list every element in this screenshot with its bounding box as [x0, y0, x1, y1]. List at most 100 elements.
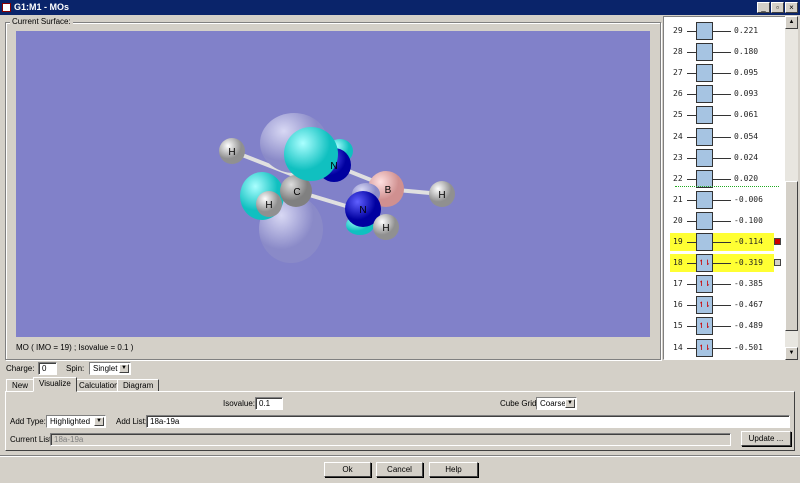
empty-orbital-box [696, 190, 713, 209]
mo-row-25[interactable]: 25 0.061 [670, 106, 774, 125]
surface-status: MO ( IMO = 19) ; Isovalue = 0.1 ) [16, 343, 134, 352]
empty-orbital-box [696, 106, 713, 125]
atom-label: N [330, 161, 337, 172]
homo-lumo-separator [675, 186, 779, 187]
mo-row-17[interactable]: 17 ↿⇂ -0.385 [670, 275, 774, 294]
empty-orbital-box [696, 85, 713, 104]
surface-marker-icon[interactable] [774, 259, 781, 267]
mo-number: 19 [673, 237, 683, 246]
scroll-up-button[interactable]: ▲ [785, 16, 798, 29]
orbital-lobe [284, 127, 338, 181]
mo-row-14[interactable]: 14 ↿⇂ -0.501 [670, 338, 774, 357]
mo-row-21[interactable]: 21 -0.006 [670, 190, 774, 209]
molecule-render: H H C N N B H H [219, 113, 455, 263]
atom-label: H [438, 190, 445, 201]
mo-number: 29 [673, 26, 683, 35]
mo-row-28[interactable]: 28 0.180 [670, 43, 774, 62]
add-type-select[interactable]: Highlighted ▼ [46, 415, 106, 428]
scroll-thumb[interactable] [785, 181, 798, 331]
atom-label: B [385, 185, 392, 196]
empty-orbital-box [696, 148, 713, 167]
mo-energy: 0.221 [734, 26, 759, 35]
tab-visualize[interactable]: Visualize [33, 377, 77, 392]
mo-energy: -0.385 [734, 279, 763, 289]
mo-row-27[interactable]: 27 0.095 [670, 64, 774, 83]
mo-number: 25 [673, 110, 683, 120]
mo-energy: 0.020 [734, 173, 759, 183]
window-title: G1:M1 - MOs [14, 2, 70, 12]
mo-row-16[interactable]: 16 ↿⇂ -0.467 [670, 296, 774, 315]
mo-energy: 0.093 [734, 89, 759, 99]
mo-list[interactable]: 29 0.221 28 0.180 27 0.095 26 0.093 25 0.061 24 0.0… [663, 16, 798, 360]
occupied-electrons-icon: ↿⇂ [696, 296, 713, 315]
cube-grid-label: Cube Grid: [500, 399, 539, 408]
current-list-field: 18a-19a [50, 433, 731, 446]
chevron-down-icon: ▼ [94, 417, 104, 426]
mo-energy: 0.095 [734, 68, 759, 78]
ok-button[interactable]: Ok [324, 462, 371, 477]
mo-energy: 0.054 [734, 131, 759, 141]
mo-energy: -0.114 [734, 237, 763, 246]
mo-row-20[interactable]: 20 -0.100 [670, 211, 774, 230]
mo-number: 26 [673, 89, 683, 99]
empty-orbital-box [696, 233, 713, 251]
close-button[interactable]: × [785, 2, 798, 13]
add-list-label: Add List: [116, 417, 148, 426]
occupied-electrons-icon: ↿⇂ [696, 254, 713, 273]
mo-list-scrollbar[interactable]: ▲ ▼ [785, 16, 798, 360]
add-type-label: Add Type: [10, 417, 46, 426]
atom-label: H [382, 223, 389, 234]
mo-energy: -0.501 [734, 342, 763, 352]
mo-number: 27 [673, 68, 683, 78]
minimize-button[interactable]: _ [757, 2, 770, 13]
mo-row-26[interactable]: 26 0.093 [670, 85, 774, 104]
empty-orbital-box [696, 43, 713, 62]
empty-orbital-box [696, 22, 713, 40]
chevron-down-icon: ▼ [119, 364, 129, 373]
mo-row-15[interactable]: 15 ↿⇂ -0.489 [670, 317, 774, 336]
mo-number: 24 [673, 131, 683, 141]
current-surface-label: Current Surface: [10, 17, 73, 26]
molecule-viewport[interactable]: H H C N N B H H [16, 31, 650, 337]
mo-energy: -0.489 [734, 321, 763, 331]
mo-number: 17 [673, 279, 683, 289]
mo-row-18[interactable]: 18 ↿⇂ -0.319 [670, 254, 781, 273]
cancel-button[interactable]: Cancel [376, 462, 423, 477]
empty-orbital-box [696, 127, 713, 146]
isovalue-input[interactable]: 0.1 [255, 397, 283, 410]
occupied-electrons-icon: ↿⇂ [696, 338, 713, 357]
scroll-down-button[interactable]: ▼ [785, 347, 798, 360]
mo-row-19[interactable]: 19 -0.114 [670, 233, 781, 251]
charge-input[interactable]: 0 [38, 362, 57, 375]
atom-label: H [265, 200, 272, 211]
mo-row-24[interactable]: 24 0.054 [670, 127, 774, 146]
isovalue-label: Isovalue: [223, 399, 256, 408]
mo-number: 20 [673, 215, 683, 225]
mo-number: 15 [673, 321, 683, 331]
spin-select[interactable]: Singlet ▼ [89, 362, 131, 375]
mo-energy: -0.006 [734, 194, 763, 204]
mo-energy: 0.024 [734, 152, 759, 162]
mo-energy: 0.061 [734, 110, 759, 120]
mo-energy: -0.100 [734, 215, 763, 225]
restore-button[interactable]: ▫ [771, 2, 784, 13]
atom-label: H [228, 147, 235, 158]
mo-energy: 0.180 [734, 47, 759, 57]
cube-grid-select[interactable]: Coarse ▼ [536, 397, 577, 410]
add-list-input[interactable]: 18a-19a [146, 415, 790, 428]
help-button[interactable]: Help [429, 462, 478, 477]
surface-marker-icon[interactable] [774, 238, 781, 245]
mo-row-23[interactable]: 23 0.024 [670, 148, 774, 167]
current-list-label: Current List: [10, 435, 54, 444]
spin-label: Spin: [66, 364, 85, 373]
chevron-down-icon: ▼ [565, 399, 575, 408]
mo-row-29[interactable]: 29 0.221 [670, 22, 774, 40]
mo-number: 22 [673, 173, 683, 183]
update-button[interactable]: Update ... [741, 431, 791, 446]
app-icon [2, 3, 11, 12]
empty-orbital-box [696, 64, 713, 83]
mo-number: 23 [673, 152, 683, 162]
atom-label: N [359, 205, 366, 216]
mo-row-22[interactable]: 22 0.020 [670, 169, 774, 188]
mo-energy: -0.319 [734, 258, 763, 268]
